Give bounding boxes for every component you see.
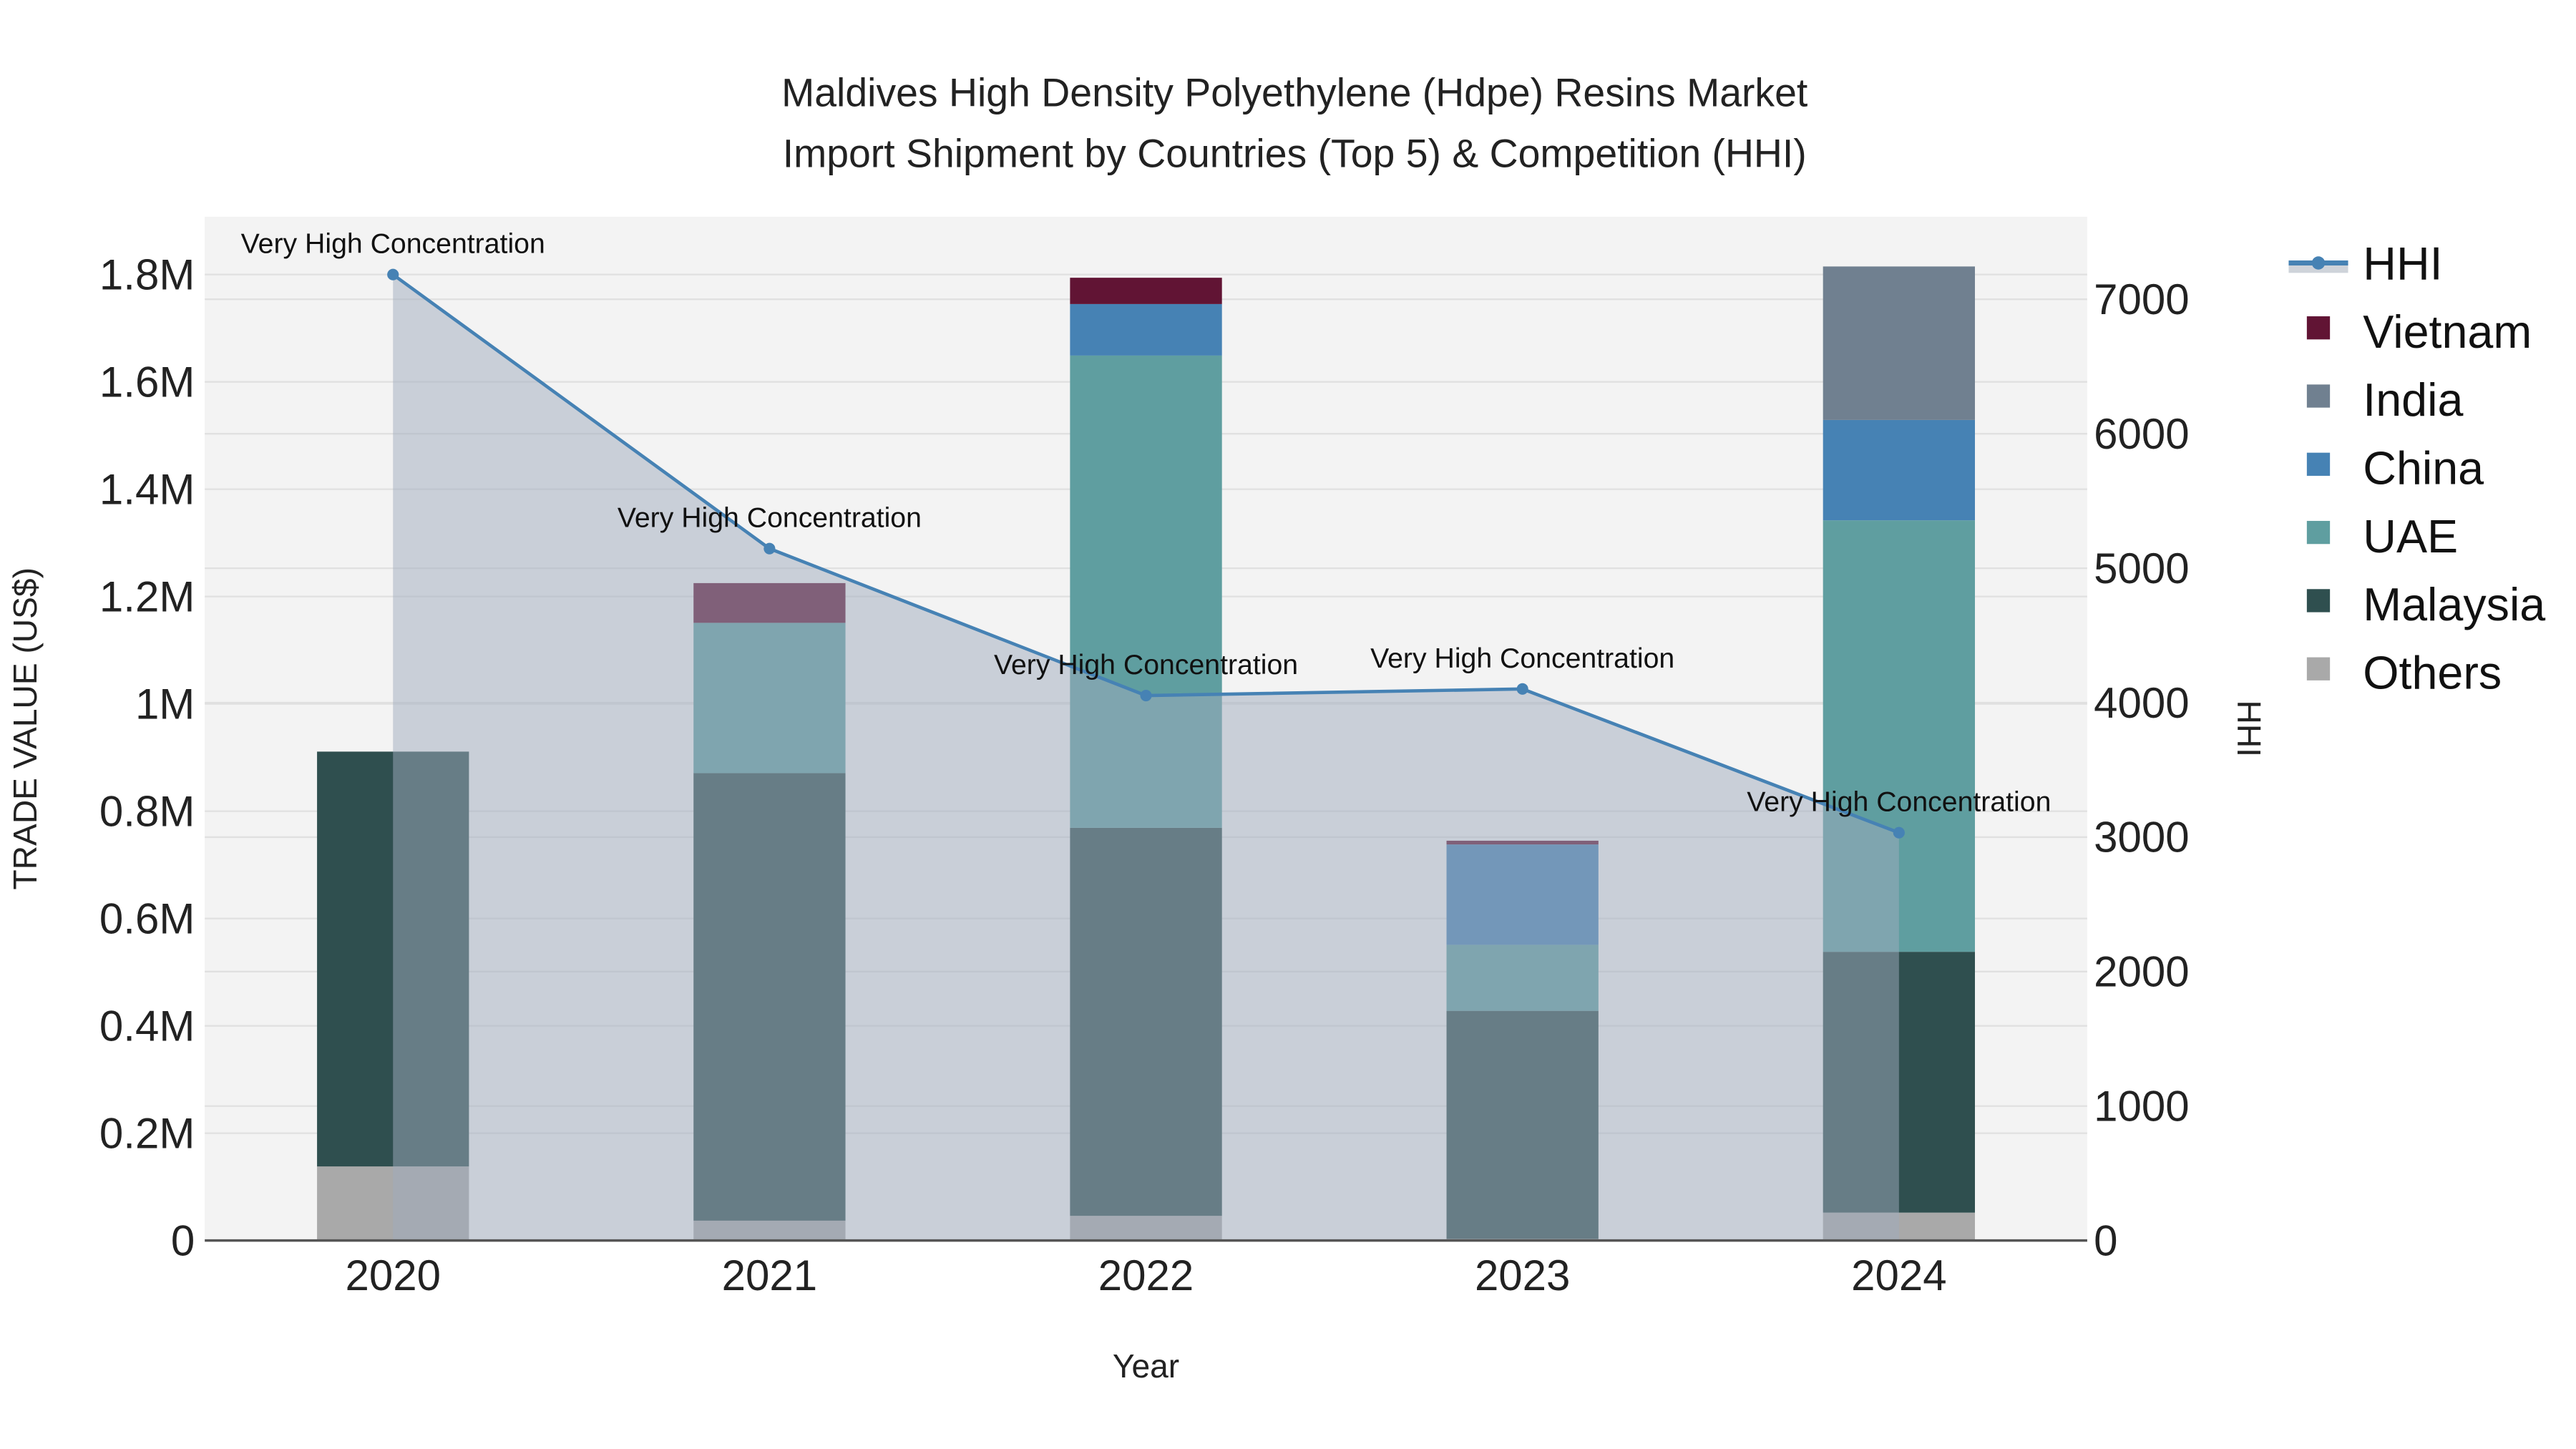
legend-swatch-malaysia	[2306, 589, 2331, 613]
legend-swatch-uae	[2306, 520, 2331, 545]
hhi-annotation: Very High Concentration	[994, 649, 1298, 680]
y-tick-label: 1.4M	[99, 465, 195, 513]
y2-tick-label: 5000	[2094, 545, 2189, 592]
y2-tick-label: 6000	[2094, 410, 2189, 458]
legend-label-uae: UAE	[2363, 511, 2458, 562]
chart: Very High Concentration Very High Concent…	[6, 70, 2546, 1385]
hhi-annotation: Very High Concentration	[618, 502, 922, 534]
y-axis-label: TRADE VALUE (US$)	[6, 567, 44, 889]
y-tick-label: 0.6M	[99, 894, 195, 942]
x-tick-label: 2022	[1098, 1252, 1194, 1299]
y-tick-label: 0.4M	[99, 1002, 195, 1050]
legend-hhi-marker-icon	[2311, 256, 2326, 270]
hhi-point-2020	[387, 268, 399, 280]
x-axis-label: Year	[1113, 1347, 1179, 1385]
bar-china-2022	[1070, 303, 1222, 356]
y-tick-label: 1.6M	[99, 358, 195, 406]
bar-vietnam-2022	[1070, 278, 1222, 304]
y-tick-label: 0.8M	[99, 787, 195, 835]
legend-swatch-vietnam	[2306, 316, 2331, 340]
y2-tick-label: 0	[2094, 1216, 2117, 1264]
hhi-point-2023	[1516, 683, 1528, 695]
x-tick-label: 2020	[345, 1252, 440, 1299]
y2-tick-label: 4000	[2094, 679, 2189, 727]
bar-india-2024	[1823, 266, 1975, 420]
y-tick-label: 0	[171, 1216, 195, 1264]
x-tick-label: 2023	[1475, 1252, 1570, 1299]
y2-tick-label: 2000	[2094, 948, 2189, 996]
y-tick-label: 1M	[135, 680, 195, 728]
hhi-point-2021	[763, 542, 776, 555]
legend-label-india: India	[2363, 374, 2463, 426]
y-tick-label: 1.8M	[99, 250, 195, 298]
hhi-point-2022	[1140, 689, 1152, 702]
y-tick-label: 0.2M	[99, 1109, 195, 1157]
bar-china-2024	[1823, 419, 1975, 521]
y2-tick-label: 3000	[2094, 814, 2189, 862]
chart-title-line2: Import Shipment by Countries (Top 5) & C…	[783, 132, 1807, 176]
y-tick-label: 1.2M	[99, 572, 195, 620]
legend-label-others: Others	[2363, 647, 2502, 698]
hhi-annotation: Very High Concentration	[1747, 786, 2051, 818]
legend-swatch-china	[2306, 452, 2331, 476]
chart-title-line1: Maldives High Density Polyethylene (Hdpe…	[781, 70, 1807, 114]
y2-tick-label: 1000	[2094, 1083, 2189, 1131]
x-tick-label: 2021	[722, 1252, 817, 1299]
hhi-annotation: Very High Concentration	[241, 228, 545, 260]
y2-tick-label: 7000	[2094, 275, 2189, 323]
hhi-annotation: Very High Concentration	[1370, 643, 1674, 674]
legend-label-hhi: HHI	[2363, 238, 2442, 290]
legend-swatch-india	[2306, 384, 2331, 408]
hhi-point-2024	[1893, 826, 1905, 839]
y2-axis-label: HHI	[2230, 701, 2268, 757]
x-tick-label: 2024	[1851, 1252, 1946, 1299]
legend-swatch-others	[2306, 657, 2331, 680]
legend-label-malaysia: Malaysia	[2363, 579, 2545, 630]
legend-label-china: China	[2363, 443, 2484, 494]
legend-label-vietnam: Vietnam	[2363, 306, 2532, 358]
